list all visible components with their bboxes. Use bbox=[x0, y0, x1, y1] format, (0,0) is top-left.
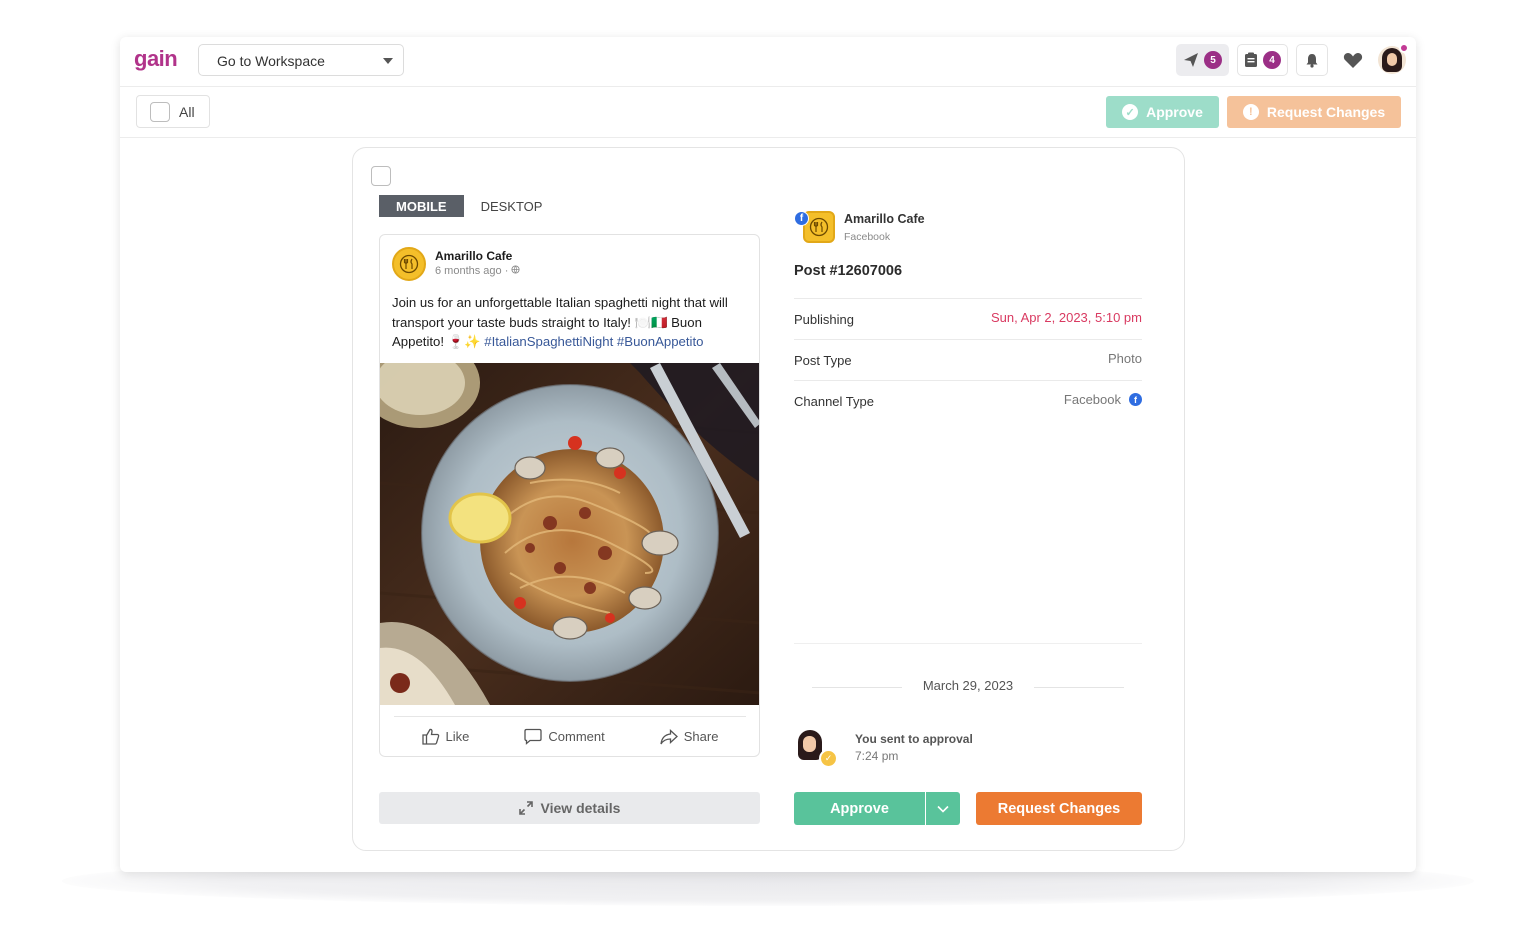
chevron-down-icon bbox=[937, 805, 949, 813]
fork-knife-icon bbox=[399, 254, 419, 274]
post-caption: Join us for an unforgettable Italian spa… bbox=[392, 293, 754, 352]
account-name: Amarillo Cafe bbox=[844, 212, 925, 226]
sent-approval-icon: ✓ bbox=[819, 749, 838, 768]
expand-icon bbox=[518, 801, 533, 815]
send-icon bbox=[1184, 53, 1198, 67]
check-circle-icon: ✓ bbox=[1122, 104, 1139, 120]
chevron-down-icon bbox=[383, 58, 393, 64]
fork-knife-icon bbox=[809, 217, 829, 237]
top-bar: gain Go to Workspace 5 4 bbox=[120, 37, 1416, 87]
select-all-label: All bbox=[179, 103, 195, 120]
request-changes-button[interactable]: Request Changes bbox=[976, 792, 1142, 825]
activity-date: March 29, 2023 bbox=[922, 678, 1014, 693]
user-avatar[interactable] bbox=[1378, 43, 1409, 74]
approve-split-button: Approve bbox=[794, 792, 960, 825]
thumbs-up-icon bbox=[421, 728, 439, 745]
globe-icon bbox=[511, 265, 520, 274]
tasks-count-badge: 4 bbox=[1263, 51, 1281, 69]
post-hashtags[interactable]: #ItalianSpaghettiNight #BuonAppetito bbox=[484, 334, 703, 349]
share-action[interactable]: Share bbox=[660, 728, 718, 745]
bulk-action-bar: All ✓ Approve ! Request Changes bbox=[120, 87, 1416, 138]
channel-type-label: Channel Type bbox=[794, 394, 874, 409]
account-network: Facebook bbox=[844, 231, 891, 243]
channel-type-value: Facebook f bbox=[1064, 392, 1142, 407]
alert-circle-icon: ! bbox=[1242, 104, 1259, 120]
account-header: f Amarillo Cafe Facebook bbox=[794, 208, 1142, 248]
app-window: gain Go to Workspace 5 4 All ✓ Approve !… bbox=[120, 37, 1416, 872]
spaghetti-photo bbox=[380, 363, 759, 705]
publishing-row: Publishing Sun, Apr 2, 2023, 5:10 pm bbox=[794, 298, 1142, 339]
bulk-request-changes-label: Request Changes bbox=[1266, 104, 1386, 120]
bulk-approve-button[interactable]: ✓ Approve bbox=[1106, 96, 1219, 128]
comment-icon bbox=[524, 728, 543, 745]
outbox-button[interactable]: 5 bbox=[1176, 44, 1229, 76]
view-details-label: View details bbox=[540, 800, 621, 816]
workspace-select-label: Go to Workspace bbox=[217, 53, 325, 69]
select-all-checkbox[interactable] bbox=[150, 101, 170, 122]
outbox-count-badge: 5 bbox=[1204, 51, 1222, 69]
select-all-button[interactable]: All bbox=[136, 95, 210, 128]
post-actions: Like Comment Share bbox=[394, 716, 746, 756]
approve-button[interactable]: Approve bbox=[794, 792, 925, 825]
activity-text: You sent to approval bbox=[855, 732, 973, 746]
divider bbox=[794, 643, 1142, 644]
channel-type-row: Channel Type Facebook f bbox=[794, 380, 1142, 421]
facebook-icon: f bbox=[794, 211, 809, 226]
online-status-dot bbox=[1399, 43, 1409, 53]
bulk-approve-label: Approve bbox=[1146, 104, 1203, 120]
favorites-button[interactable] bbox=[1336, 44, 1370, 76]
comment-action[interactable]: Comment bbox=[524, 728, 605, 745]
top-icons: 5 4 bbox=[1176, 43, 1409, 76]
activity-time: 7:24 pm bbox=[855, 749, 899, 763]
bell-icon bbox=[1306, 53, 1318, 68]
view-details-button[interactable]: View details bbox=[379, 792, 760, 824]
share-icon bbox=[660, 728, 678, 744]
facebook-icon: f bbox=[1129, 393, 1142, 406]
activity-avatar: ✓ bbox=[796, 730, 838, 768]
approval-card: MOBILE DESKTOP Amarillo Cafe 6 months ag… bbox=[352, 147, 1185, 851]
post-type-value: Photo bbox=[1108, 351, 1142, 366]
tab-desktop[interactable]: DESKTOP bbox=[464, 195, 560, 217]
post-page-name: Amarillo Cafe bbox=[435, 249, 513, 263]
post-select-checkbox[interactable] bbox=[371, 166, 391, 186]
heart-icon bbox=[1343, 52, 1363, 68]
post-type-label: Post Type bbox=[794, 353, 852, 368]
activity-date-separator: March 29, 2023 bbox=[812, 678, 1124, 694]
clipboard-icon bbox=[1245, 52, 1257, 67]
post-timestamp: 6 months ago · bbox=[435, 265, 520, 277]
bulk-request-changes-button[interactable]: ! Request Changes bbox=[1227, 96, 1401, 128]
page-avatar bbox=[392, 247, 426, 281]
workspace-select[interactable]: Go to Workspace bbox=[198, 44, 404, 76]
publishing-date[interactable]: Sun, Apr 2, 2023, 5:10 pm bbox=[991, 310, 1142, 325]
facebook-post-preview: Amarillo Cafe 6 months ago · Join us for… bbox=[379, 234, 760, 757]
post-id: Post #12607006 bbox=[794, 263, 903, 279]
publishing-label: Publishing bbox=[794, 312, 854, 327]
like-action[interactable]: Like bbox=[421, 728, 469, 745]
tab-mobile[interactable]: MOBILE bbox=[379, 195, 464, 217]
preview-tabs: MOBILE DESKTOP bbox=[379, 195, 559, 217]
gain-logo[interactable]: gain bbox=[134, 46, 178, 72]
post-type-row: Post Type Photo bbox=[794, 339, 1142, 380]
tasks-button[interactable]: 4 bbox=[1237, 44, 1288, 76]
notifications-button[interactable] bbox=[1296, 44, 1328, 76]
approve-options-button[interactable] bbox=[926, 792, 960, 825]
post-image[interactable] bbox=[380, 363, 759, 705]
activity-item: ✓ You sent to approval 7:24 pm bbox=[794, 728, 1142, 772]
